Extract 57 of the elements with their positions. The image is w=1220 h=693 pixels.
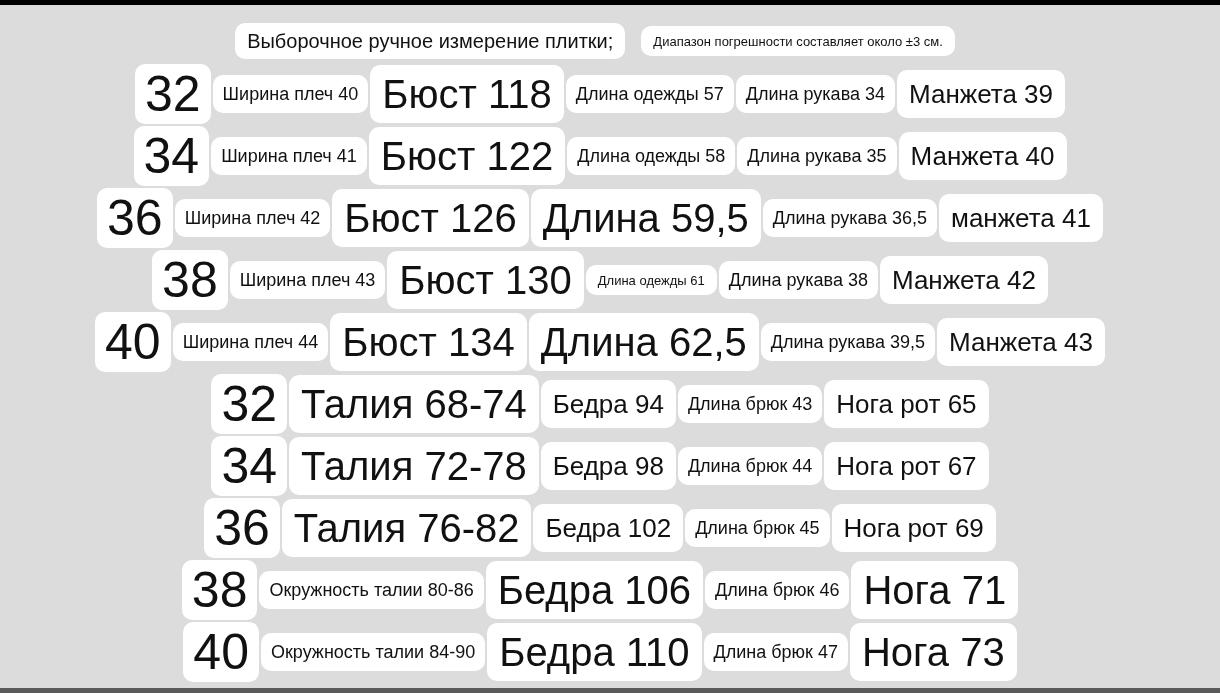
note-label: Диапазон погрешности составляет около ±3 см. — [641, 26, 955, 56]
measurement-label: Манжета 42 — [879, 256, 1048, 304]
measurement-label: 40 — [183, 622, 259, 682]
measurement-label: Бедра 106 — [485, 561, 703, 619]
measurement-label: Бедра 94 — [540, 380, 676, 428]
measurement-label: Нога рот 69 — [831, 504, 996, 552]
measurement-label: Длина брюк 47 — [703, 633, 848, 671]
measurement-label: Длина рукава 36,5 — [762, 199, 938, 237]
measurement-label: Талия 72-78 — [289, 437, 539, 495]
measurement-label: Длина одежды 61 — [585, 265, 717, 295]
measurement-label: Манжета 43 — [937, 318, 1105, 366]
measurement-label: Манжета 39 — [897, 70, 1065, 118]
measurement-label: 36 — [97, 188, 173, 248]
measurement-label: Длина одежды 57 — [565, 75, 734, 113]
measurement-label: Длина брюк 45 — [685, 509, 830, 547]
measurement-label: Манжета 40 — [898, 132, 1067, 180]
measurement-label: Бюст 130 — [387, 251, 584, 309]
measurement-label: Талия 68-74 — [289, 375, 539, 433]
measurement-label: 40 — [95, 312, 171, 372]
measurement-label: Длина рукава 34 — [735, 75, 896, 113]
measurement-label: Длина брюк 44 — [677, 447, 823, 485]
measurement-label: Бедра 110 — [487, 623, 702, 681]
measurement-label: Бюст 118 — [370, 65, 564, 123]
measurement-label: Длина рукава 38 — [718, 261, 878, 299]
measurement-label: манжета 41 — [939, 194, 1103, 242]
measurement-label: Окружность талии 84-90 — [260, 633, 486, 671]
measurement-label: Бедра 98 — [540, 442, 676, 490]
measurement-label: Ширина плеч 40 — [212, 75, 369, 113]
measurement-label: Ширина плеч 43 — [229, 261, 386, 299]
measurement-label: Талия 76-82 — [281, 499, 532, 557]
measurement-label: 32 — [135, 64, 211, 124]
measurement-label: 38 — [152, 250, 228, 310]
measurement-label: Длина рукава 39,5 — [760, 323, 935, 361]
measurement-label: 34 — [133, 126, 210, 186]
measurement-label: Нога рот 65 — [824, 380, 989, 428]
measurement-label: 36 — [204, 498, 280, 558]
measurement-label: Длина рукава 35 — [737, 137, 897, 175]
measurement-label: Длина 62,5 — [528, 313, 759, 371]
measurement-label: Нога 73 — [849, 623, 1017, 681]
measurement-label: Ширина плеч 42 — [174, 199, 331, 237]
measurement-label: 34 — [211, 436, 288, 496]
measurement-label: Бюст 126 — [332, 189, 529, 247]
measurement-label: 38 — [181, 560, 258, 620]
measurement-label: Длина одежды 58 — [567, 137, 736, 175]
measurement-label: Бедра 102 — [533, 504, 684, 552]
measurement-label: Нога рот 67 — [824, 442, 989, 490]
measurement-label: Ширина плеч 41 — [211, 137, 367, 175]
measurement-label: Нога 71 — [851, 561, 1019, 619]
measurement-label: 32 — [211, 374, 288, 434]
note-label: Выборочное ручное измерение плитки; — [235, 23, 626, 59]
measurement-label: Бюст 122 — [368, 127, 566, 185]
measurement-label: Окружность талии 80-86 — [259, 571, 484, 609]
measurement-label: Бюст 134 — [330, 313, 527, 371]
measurement-label: Длина брюк 43 — [677, 385, 823, 423]
measurement-label: Длина 59,5 — [530, 189, 761, 247]
measurement-label: Ширина плеч 44 — [172, 323, 329, 361]
measurement-label: Длина брюк 46 — [705, 571, 850, 609]
